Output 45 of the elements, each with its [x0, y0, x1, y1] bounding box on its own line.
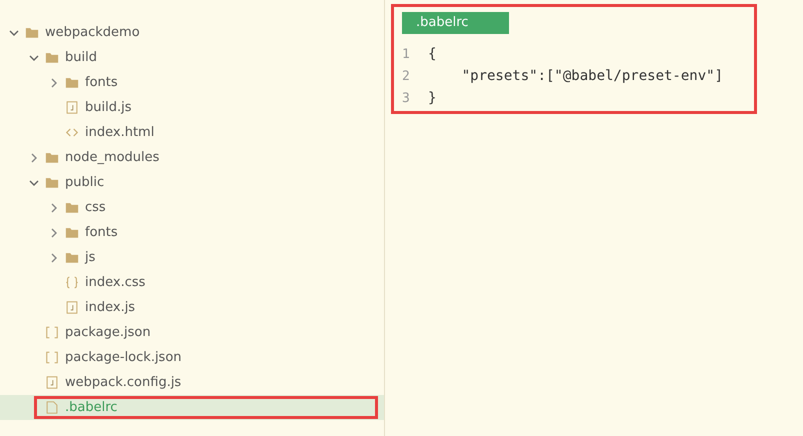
chevron-down-icon[interactable]: [29, 52, 39, 62]
line-number: 1: [402, 46, 411, 62]
tree-item[interactable]: webpackdemo: [0, 20, 384, 45]
chevron-down-icon[interactable]: [9, 28, 19, 38]
tree-item[interactable]: build: [0, 45, 384, 70]
tree-item[interactable]: public: [0, 170, 384, 195]
chevron-right-icon[interactable]: [49, 78, 59, 88]
tree-item[interactable]: package.json: [0, 320, 384, 345]
tree-item[interactable]: index.js: [0, 295, 384, 320]
code-icon: [65, 126, 79, 139]
tree-item[interactable]: package-lock.json: [0, 345, 384, 370]
folder-icon: [65, 76, 79, 89]
folder-icon: [25, 26, 39, 39]
code-line: {: [428, 46, 436, 62]
folder-icon: [45, 51, 59, 64]
folder-icon: [65, 251, 79, 264]
folder-icon: [45, 151, 59, 164]
file-icon: [45, 401, 59, 414]
tree-item[interactable]: index.html: [0, 120, 384, 145]
tree-item[interactable]: index.css: [0, 270, 384, 295]
chevron-right-icon[interactable]: [49, 252, 59, 262]
brackets-icon: [45, 351, 59, 364]
chevron-down-icon[interactable]: [29, 178, 39, 188]
code-line: "presets":["@babel/preset-env"]: [460, 68, 724, 84]
tree-item[interactable]: node_modules: [0, 145, 384, 170]
file-icon: [65, 301, 79, 314]
folder-icon: [65, 226, 79, 239]
code-line: }: [428, 90, 436, 106]
line-number: 2: [402, 68, 411, 84]
tree-item[interactable]: css: [0, 195, 384, 220]
tree-item[interactable]: webpack.config.js: [0, 370, 384, 395]
chevron-right-icon[interactable]: [29, 152, 39, 162]
tree-item[interactable]: fonts: [0, 70, 384, 95]
line-number: 3: [402, 90, 411, 106]
brackets-icon: [45, 326, 59, 339]
braces-icon: [65, 276, 79, 289]
chevron-right-icon[interactable]: [49, 228, 59, 238]
tree-item[interactable]: fonts: [0, 220, 384, 245]
file-icon: [45, 376, 59, 389]
tree-item[interactable]: build.js: [0, 95, 384, 120]
folder-icon: [65, 201, 79, 214]
folder-icon: [45, 176, 59, 189]
chevron-right-icon[interactable]: [49, 202, 59, 212]
tree-item[interactable]: js: [0, 245, 384, 270]
file-icon: [65, 101, 79, 114]
